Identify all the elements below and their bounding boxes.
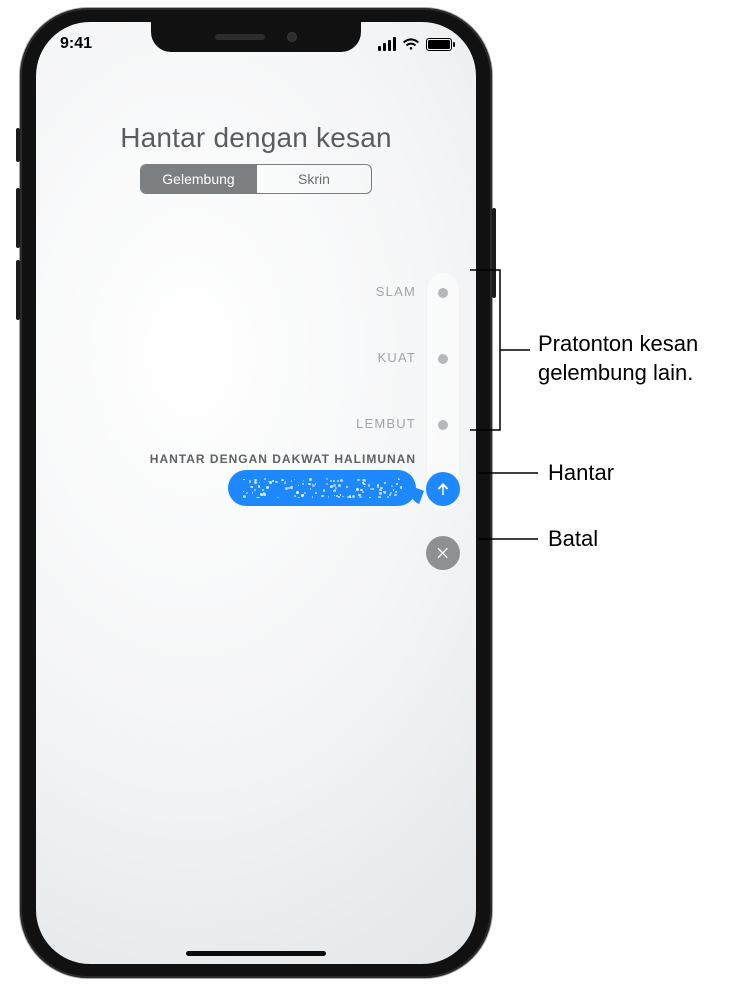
screen: 9:41 Hantar dengan kesan Gelembung Skrin…: [36, 22, 476, 964]
status-bar: 9:41: [36, 32, 476, 56]
effect-rail: [426, 272, 460, 512]
effect-type-segmented[interactable]: Gelembung Skrin: [140, 164, 372, 194]
page-title: Hantar dengan kesan: [36, 122, 476, 154]
arrow-up-icon: [434, 480, 452, 498]
callout-line-icon: [478, 472, 538, 474]
effect-loud-dot[interactable]: [438, 354, 448, 364]
effect-gentle-label: LEMBUT: [356, 416, 416, 431]
cancel-button[interactable]: [426, 536, 460, 570]
wifi-icon: [402, 37, 420, 51]
mute-switch: [16, 128, 20, 162]
volume-up: [16, 188, 20, 248]
callout-cancel: Batal: [548, 525, 598, 554]
tab-bubble[interactable]: Gelembung: [141, 165, 256, 193]
callout-preview-line2: gelembung lain.: [538, 360, 693, 385]
callout-preview-line1: Pratonton kesan: [538, 331, 698, 356]
phone-frame: 9:41 Hantar dengan kesan Gelembung Skrin…: [20, 8, 492, 978]
status-time: 9:41: [60, 35, 92, 53]
callout-send: Hantar: [548, 459, 614, 488]
effect-invisible-ink-label: HANTAR DENGAN DAKWAT HALIMUNAN: [150, 452, 416, 466]
cellular-icon: [378, 37, 396, 51]
callout-line-icon: [478, 538, 538, 540]
effect-loud-label: KUAT: [377, 350, 416, 365]
close-icon: [435, 545, 451, 561]
effect-slam-label: SLAM: [376, 284, 416, 299]
send-button[interactable]: [426, 472, 460, 506]
effect-slam-dot[interactable]: [438, 288, 448, 298]
tab-screen[interactable]: Skrin: [256, 165, 371, 193]
figure: 9:41 Hantar dengan kesan Gelembung Skrin…: [0, 0, 734, 988]
callout-bracket-icon: [460, 260, 540, 440]
effect-gentle-dot[interactable]: [438, 420, 448, 430]
battery-icon: [426, 38, 452, 51]
home-indicator: [186, 951, 326, 956]
volume-down: [16, 260, 20, 320]
status-right: [378, 37, 452, 51]
message-bubble: [228, 470, 416, 506]
invisible-ink-mask: [242, 478, 402, 498]
callout-preview: Pratonton kesan gelembung lain.: [538, 330, 698, 387]
